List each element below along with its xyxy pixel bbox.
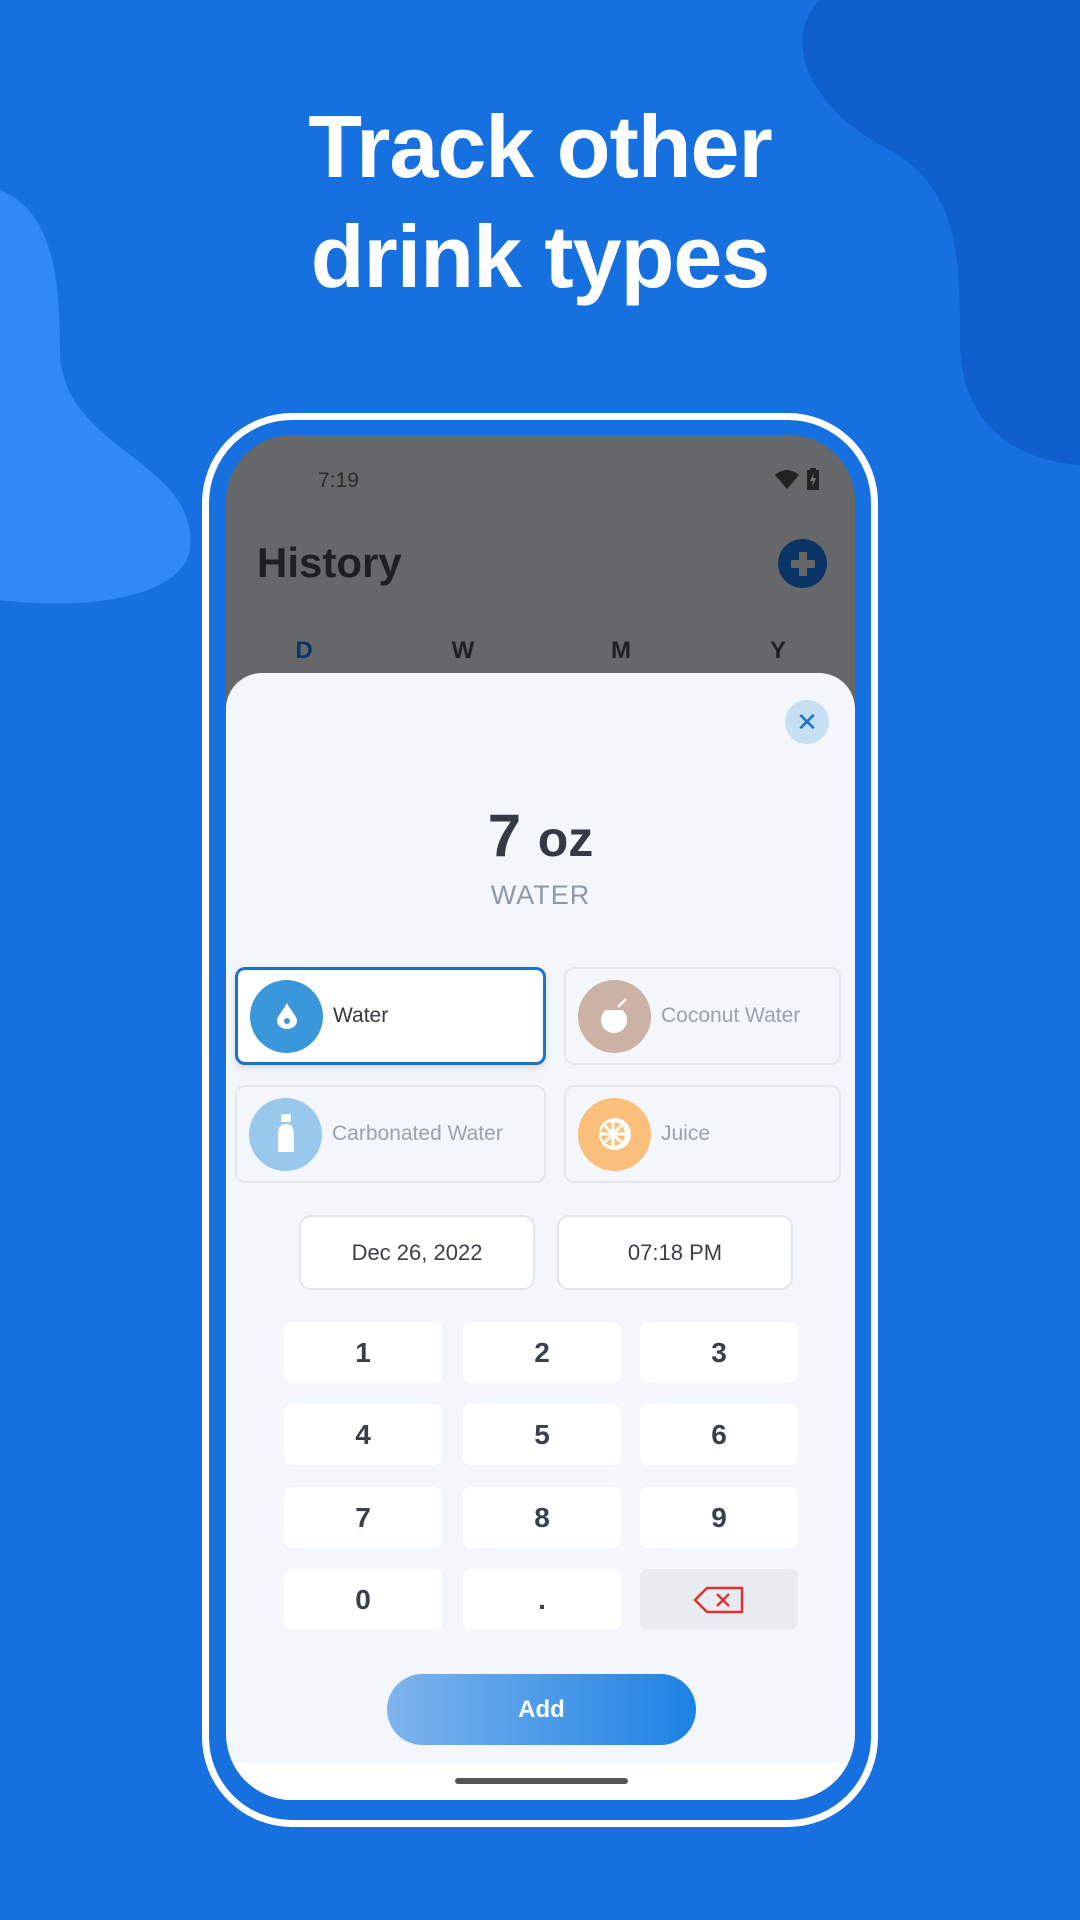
amount-display: 7 oz: [226, 801, 855, 870]
headline-line-1: Track other: [308, 97, 772, 196]
keypad-key-decimal[interactable]: .: [463, 1569, 621, 1630]
tab-month[interactable]: M: [601, 637, 641, 665]
drink-option-label: Water: [333, 1004, 389, 1027]
drink-option-carbonated-water[interactable]: Carbonated Water: [235, 1085, 546, 1183]
status-time: 7:19: [318, 469, 359, 492]
water-drop-icon: [250, 979, 323, 1053]
date-picker[interactable]: Dec 26, 2022: [299, 1215, 535, 1290]
headline: Track other drink types: [0, 92, 1080, 312]
keypad-key-2[interactable]: 2: [463, 1322, 621, 1383]
drink-option-water[interactable]: Water: [235, 967, 546, 1065]
amount-value: 7: [487, 802, 522, 869]
plus-circle-icon: [790, 551, 815, 576]
keypad-key-4[interactable]: 4: [284, 1404, 442, 1465]
keypad-backspace-button[interactable]: [640, 1569, 798, 1630]
tab-year[interactable]: Y: [758, 637, 798, 665]
page-title: History: [257, 539, 402, 586]
drink-option-label: Coconut Water: [661, 1004, 801, 1027]
tab-day[interactable]: D: [284, 637, 324, 665]
drink-option-juice[interactable]: Juice: [564, 1085, 841, 1183]
keypad-key-5[interactable]: 5: [463, 1404, 621, 1465]
status-icons: [775, 468, 819, 490]
tab-week[interactable]: W: [443, 637, 483, 665]
keypad-key-9[interactable]: 9: [640, 1487, 798, 1548]
orange-slice-icon: [578, 1097, 651, 1171]
add-drink-sheet: ✕ 7 oz WATER Water Coconut Water Carbona…: [226, 673, 855, 1800]
keypad-key-8[interactable]: 8: [463, 1487, 621, 1548]
keypad-key-0[interactable]: 0: [284, 1569, 442, 1630]
close-button[interactable]: ✕: [785, 700, 829, 744]
drink-type-label: WATER: [490, 880, 591, 910]
wifi-icon: [775, 470, 799, 489]
amount-unit: oz: [537, 811, 594, 867]
keypad-key-3[interactable]: 3: [640, 1322, 798, 1383]
battery-charging-icon: [807, 468, 819, 490]
keypad-key-6[interactable]: 6: [640, 1404, 798, 1465]
drink-option-label: Carbonated Water: [332, 1122, 503, 1145]
headline-line-2: drink types: [310, 207, 770, 306]
close-icon: ✕: [796, 706, 818, 737]
coconut-icon: [578, 979, 651, 1053]
keypad-key-7[interactable]: 7: [284, 1487, 442, 1548]
bottle-icon: [249, 1097, 322, 1171]
home-indicator[interactable]: [455, 1778, 628, 1784]
phone-screen: 7:19 History D W M Y ✕ 7 oz WATER Water …: [226, 435, 855, 1800]
drink-option-coconut-water[interactable]: Coconut Water: [564, 967, 841, 1065]
backspace-icon: [693, 1586, 744, 1613]
keypad-key-1[interactable]: 1: [284, 1322, 442, 1383]
add-entry-button[interactable]: [778, 539, 827, 588]
drink-option-label: Juice: [661, 1122, 711, 1145]
add-button[interactable]: Add: [387, 1674, 696, 1745]
time-picker[interactable]: 07:18 PM: [557, 1215, 793, 1290]
